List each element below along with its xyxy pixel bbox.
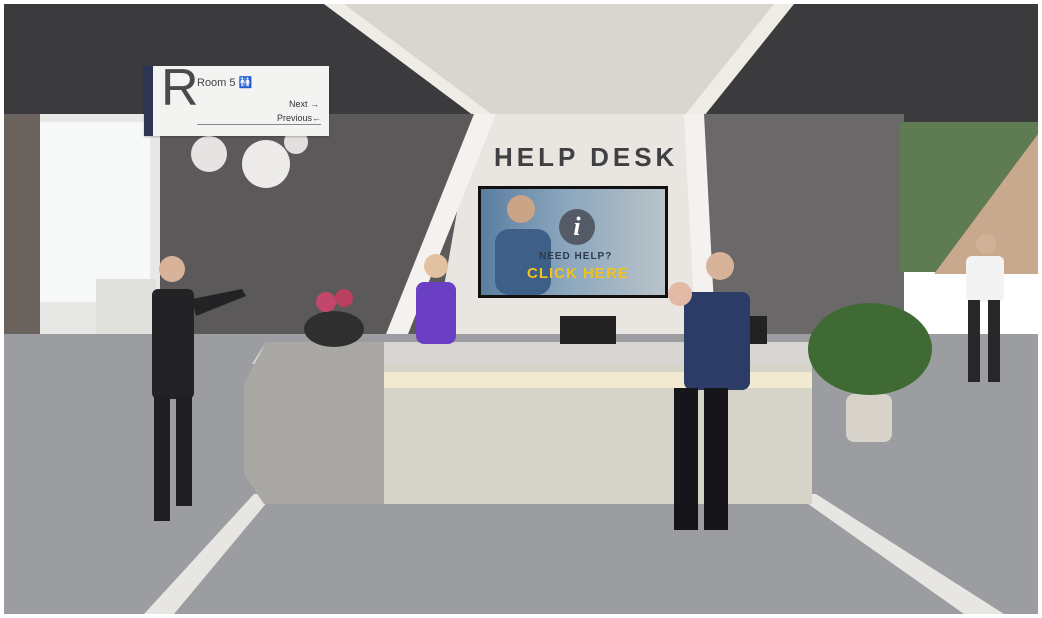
sign-next-label: Next → xyxy=(288,99,319,109)
help-desk-scene: R Room 5 🚻 Next → Previous← HELP DESK i … xyxy=(4,4,1038,614)
desk-end xyxy=(244,342,384,504)
floor-plant-pot xyxy=(846,394,892,442)
desk-flowers-2 xyxy=(335,289,353,307)
pendant-lamp-2 xyxy=(242,140,290,188)
room-sign: R Room 5 🚻 Next → Previous← xyxy=(144,62,329,136)
info-icon: i xyxy=(559,209,595,245)
desk-plant-pot xyxy=(304,311,364,347)
desk-monitor-2 xyxy=(749,316,767,344)
sign-divider xyxy=(197,124,321,125)
window xyxy=(40,122,150,302)
office-desk xyxy=(96,279,156,334)
desk-flowers xyxy=(316,292,336,312)
screen-content: i NEED HELP? CLICK HERE xyxy=(481,189,665,295)
desk-monitor xyxy=(560,316,616,344)
sign-previous-label: Previous← xyxy=(276,113,321,123)
help-desk-title: HELP DESK xyxy=(494,142,679,172)
left-pillar xyxy=(4,114,40,354)
need-help-text: NEED HELP? xyxy=(539,251,613,262)
wall-screen: i NEED HELP? CLICK HERE xyxy=(478,186,668,298)
click-here-text: CLICK HERE xyxy=(527,265,629,282)
pendant-lamp xyxy=(191,136,227,172)
sign-room-label: Room 5 🚻 xyxy=(197,77,253,89)
sign-letter: R xyxy=(161,59,199,117)
floor-plant xyxy=(808,303,932,395)
